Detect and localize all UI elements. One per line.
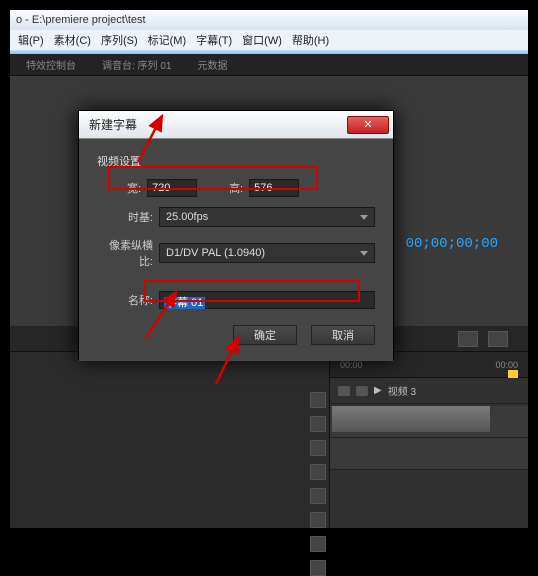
dialog-buttons: 确定 取消 <box>97 325 375 345</box>
tools-palette <box>310 392 330 576</box>
tab-mixer[interactable]: 调音台: 序列 01 <box>96 55 177 74</box>
menu-sequence[interactable]: 序列(S) <box>97 31 142 49</box>
track-row[interactable] <box>330 406 528 438</box>
timeline-tracks[interactable]: 00:00 00:00 ▶ 视频 3 <box>330 352 528 528</box>
panel-tabs: 特效控制台 调音台: 序列 01 元数据 <box>10 54 528 76</box>
zoom-tool-icon[interactable] <box>310 560 326 576</box>
width-label: 宽: <box>127 180 141 196</box>
menu-window[interactable]: 窗口(W) <box>238 31 286 49</box>
dialog-titlebar[interactable]: 新建字幕 ✕ <box>79 111 393 139</box>
par-value: D1/DV PAL (1.0940) <box>166 247 265 259</box>
window-titlebar: o - E:\premiere project\test <box>10 10 528 30</box>
add-icon[interactable] <box>488 331 508 347</box>
timebase-label: 时基: <box>97 209 153 225</box>
menu-clip[interactable]: 素材(C) <box>50 31 95 49</box>
ok-button[interactable]: 确定 <box>233 325 297 345</box>
timebase-row: 时基: 25.00fps <box>97 207 375 227</box>
dimensions-row: 宽: 高: <box>127 179 375 197</box>
clip-item[interactable] <box>332 406 490 432</box>
selection-tool-icon[interactable] <box>310 392 326 408</box>
close-button[interactable]: ✕ <box>347 116 389 134</box>
ruler-tick: 00:00 <box>340 360 363 370</box>
par-label: 像素纵横比: <box>97 237 153 269</box>
chevron-down-icon <box>360 251 368 256</box>
timecode-display: 00;00;00;00 <box>406 236 498 252</box>
track-header[interactable]: ▶ 视频 3 <box>330 378 528 404</box>
eye-icon[interactable] <box>338 386 350 396</box>
track-select-tool-icon[interactable] <box>310 416 326 432</box>
timebase-dropdown[interactable]: 25.00fps <box>159 207 375 227</box>
menu-edit[interactable]: 辑(P) <box>14 31 48 49</box>
lock-icon[interactable] <box>356 386 368 396</box>
new-title-dialog: 新建字幕 ✕ 视频设置 宽: 高: 时基: 25.00fps 像素纵横比: D1… <box>78 110 394 360</box>
timeline-body: 00:00 00:00 ▶ 视频 3 <box>10 352 528 528</box>
track-expand[interactable]: ▶ <box>374 385 382 396</box>
menu-marker[interactable]: 标记(M) <box>144 31 191 49</box>
name-input[interactable]: 字幕 01 <box>159 291 375 309</box>
name-row: 名称: 字幕 01 <box>97 291 375 309</box>
width-input[interactable] <box>147 179 197 197</box>
dialog-body: 视频设置 宽: 高: 时基: 25.00fps 像素纵横比: D1/DV PAL… <box>79 139 393 361</box>
track-row[interactable] <box>330 438 528 470</box>
video-settings-label: 视频设置 <box>97 153 375 169</box>
ripple-tool-icon[interactable] <box>310 440 326 456</box>
chevron-down-icon <box>360 215 368 220</box>
hand-tool-icon[interactable] <box>310 536 326 552</box>
height-label: 高: <box>229 180 243 196</box>
razor-tool-icon[interactable] <box>310 464 326 480</box>
menu-help[interactable]: 帮助(H) <box>288 31 333 49</box>
cancel-button[interactable]: 取消 <box>311 325 375 345</box>
dialog-title: 新建字幕 <box>89 116 137 133</box>
playhead-icon[interactable] <box>508 370 518 378</box>
snapshot-icon[interactable] <box>458 331 478 347</box>
pen-tool-icon[interactable] <box>310 512 326 528</box>
window-title: o - E:\premiere project\test <box>16 14 146 26</box>
name-label: 名称: <box>97 292 153 308</box>
timebase-value: 25.00fps <box>166 211 208 223</box>
par-dropdown[interactable]: D1/DV PAL (1.0940) <box>159 243 375 263</box>
slip-tool-icon[interactable] <box>310 488 326 504</box>
tab-effects[interactable]: 特效控制台 <box>20 55 82 74</box>
tab-metadata[interactable]: 元数据 <box>191 55 233 74</box>
menu-title[interactable]: 字幕(T) <box>192 31 236 49</box>
timeline-left <box>10 352 330 528</box>
menu-bar[interactable]: 辑(P) 素材(C) 序列(S) 标记(M) 字幕(T) 窗口(W) 帮助(H) <box>10 30 528 50</box>
par-row: 像素纵横比: D1/DV PAL (1.0940) <box>97 237 375 269</box>
close-icon: ✕ <box>363 118 372 131</box>
track-label: 视频 3 <box>388 383 416 398</box>
name-value: 字幕 01 <box>164 297 205 309</box>
ruler-tick: 00:00 <box>495 360 518 370</box>
height-input[interactable] <box>249 179 299 197</box>
